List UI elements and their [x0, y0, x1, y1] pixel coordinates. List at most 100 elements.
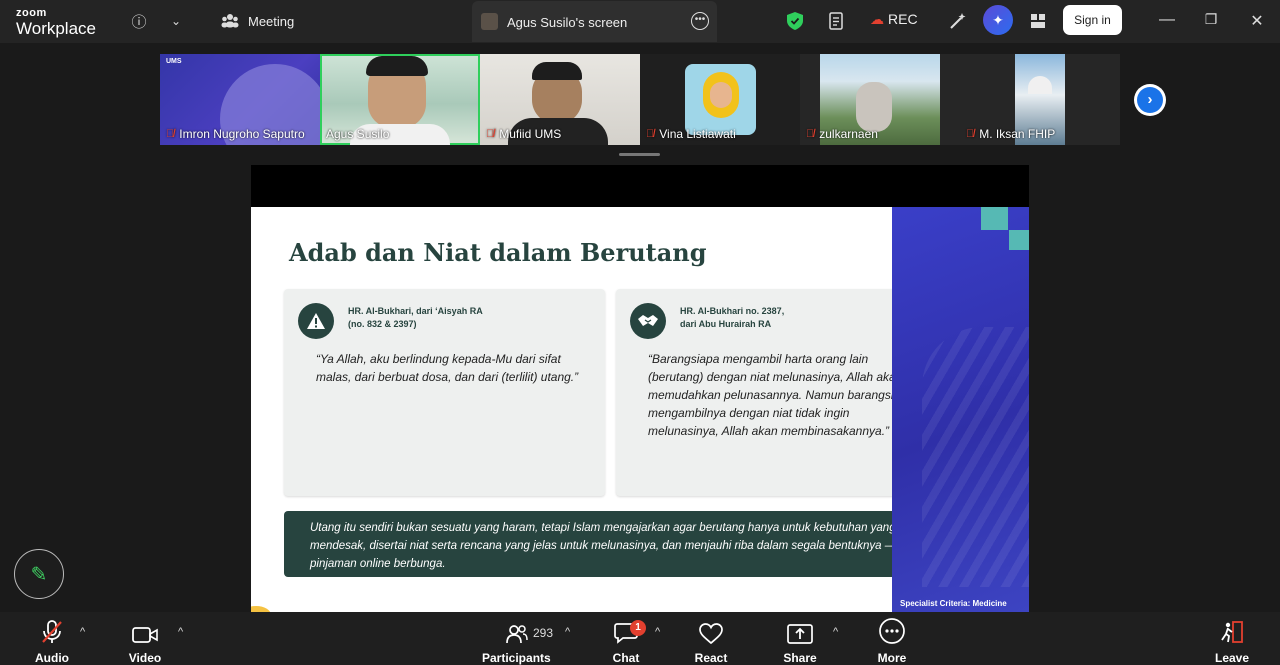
- info-icon[interactable]: ⓘ: [127, 9, 151, 33]
- chat-unread-badge: 1: [630, 620, 646, 636]
- mic-muted-icon: [30, 612, 74, 644]
- participant-tile[interactable]: 🎙̸ M. Iksan FHIP: [960, 54, 1120, 145]
- audio-label: Audio: [35, 651, 69, 665]
- shared-screen-label: Agus Susilo's screen: [507, 15, 628, 30]
- more-button[interactable]: More: [872, 612, 912, 665]
- participant-name: Agus Susilo: [326, 127, 390, 141]
- zoom-logo: zoom Workplace: [16, 7, 96, 38]
- participant-name: Vina Listiawati: [659, 127, 736, 141]
- shield-icon[interactable]: [783, 9, 807, 33]
- magic-wand-icon[interactable]: [946, 9, 970, 33]
- resize-handle[interactable]: [619, 153, 660, 156]
- chevron-down-icon[interactable]: ⌄: [164, 9, 188, 33]
- share-label: Share: [783, 651, 817, 665]
- mic-muted-icon: 🎙̸: [166, 128, 175, 140]
- share-options-caret[interactable]: ^: [833, 626, 838, 638]
- apps-grid-icon[interactable]: [1026, 9, 1050, 33]
- logo-top: zoom: [16, 7, 47, 19]
- ums-logo: UMS: [166, 58, 182, 65]
- chat-options-caret[interactable]: ^: [655, 626, 660, 638]
- pencil-icon: ✎: [30, 563, 48, 586]
- recording-indicator[interactable]: ☁ REC: [870, 11, 918, 28]
- meeting-label[interactable]: Meeting: [248, 14, 294, 29]
- video-button[interactable]: Video: [122, 612, 168, 665]
- video-camera-icon: [122, 612, 168, 644]
- next-page-button[interactable]: ›: [1134, 84, 1166, 116]
- mic-muted-icon: 🎙̸: [486, 128, 495, 140]
- react-button[interactable]: React: [690, 612, 732, 665]
- share-button[interactable]: Share: [780, 612, 820, 665]
- participant-name: Imron Nugroho Saputro: [179, 127, 305, 141]
- presentation-slide: Adab dan Niat dalam Berutang HR. Al-Bukh…: [251, 207, 1029, 612]
- slide-title: Adab dan Niat dalam Berutang: [289, 238, 707, 267]
- participants-label: Participants: [482, 651, 551, 665]
- participant-name: M. Iksan FHIP: [979, 127, 1056, 141]
- shared-screen-tab[interactable]: Agus Susilo's screen •••: [472, 1, 717, 42]
- rec-label: REC: [888, 11, 918, 27]
- cloud-record-icon: ☁: [870, 11, 884, 27]
- share-screen-icon: [780, 612, 820, 644]
- participant-tile[interactable]: 🎙̸ Mufiid UMS: [480, 54, 640, 145]
- participant-video-figure: [856, 82, 892, 132]
- participant-name-tag: 🎙̸ M. Iksan FHIP: [966, 127, 1055, 141]
- slide-footer: Specialist Criteria: Medicine: [900, 599, 1007, 608]
- decor-square: [981, 207, 1008, 230]
- shared-screen: Adab dan Niat dalam Berutang HR. Al-Bukh…: [251, 165, 1029, 612]
- mic-muted-icon: 🎙̸: [806, 128, 815, 140]
- notes-icon[interactable]: [825, 9, 849, 33]
- participant-tile[interactable]: 🎙̸ zulkarnaen: [800, 54, 960, 145]
- audio-options-caret[interactable]: ^: [80, 626, 85, 638]
- participant-tile-active[interactable]: Agus Susilo: [320, 54, 480, 145]
- sparkle-icon: ✦: [992, 11, 1004, 28]
- more-label: More: [877, 651, 907, 665]
- mic-muted-icon: 🎙̸: [646, 128, 655, 140]
- participant-video-cap: [532, 62, 582, 80]
- leave-icon: [1212, 612, 1252, 644]
- participant-name-tag: 🎙̸ Vina Listiawati: [646, 127, 736, 141]
- participant-name-tag: 🎙̸ Imron Nugroho Saputro: [166, 127, 305, 141]
- warning-icon: [298, 303, 334, 339]
- video-options-caret[interactable]: ^: [178, 626, 183, 638]
- participant-video-dome: [1028, 76, 1052, 94]
- handshake-icon: [630, 303, 666, 339]
- top-bar: zoom Workplace ⓘ ⌄ Meeting Agus Susilo's…: [0, 0, 1280, 43]
- participant-name: Mufiid UMS: [499, 127, 562, 141]
- hadith-quote: “Ya Allah, aku berlindung kepada-Mu dari…: [316, 352, 579, 384]
- participant-name-tag: 🎙̸ Mufiid UMS: [486, 127, 561, 141]
- hadith-quote: “Barangsiapa mengambil harta orang lain …: [648, 352, 914, 438]
- presenter-avatar: [481, 13, 498, 30]
- mic-muted-icon: 🎙̸: [966, 128, 975, 140]
- participant-tile[interactable]: UMS 🎙̸ Imron Nugroho Saputro: [160, 54, 320, 145]
- react-label: React: [694, 651, 728, 665]
- decor-square: [1009, 230, 1029, 250]
- audio-button[interactable]: Audio: [30, 612, 74, 665]
- meeting-people-icon: [218, 9, 242, 33]
- participant-name: zulkarnaen: [819, 127, 878, 141]
- chat-label: Chat: [612, 651, 640, 665]
- hadith-reference: HR. Al-Bukhari no. 2387, dari Abu Hurair…: [680, 306, 785, 329]
- annotate-button[interactable]: ✎: [14, 549, 64, 599]
- logo-bottom: Workplace: [16, 19, 96, 38]
- close-icon[interactable]: ✕: [1247, 11, 1267, 31]
- more-dots-icon: [872, 612, 912, 644]
- slide-side-panel: Specialist Criteria: Medicine: [892, 207, 1029, 612]
- bottom-toolbar: Audio ^ Video ^ Participants 293 ^ Chat …: [0, 612, 1280, 665]
- participants-options-caret[interactable]: ^: [565, 626, 570, 638]
- building-graphic: [922, 327, 1029, 587]
- hadith-reference: HR. Al-Bukhari, dari ‘Aisyah RA (no. 832…: [348, 306, 483, 329]
- video-label: Video: [128, 651, 162, 665]
- restore-icon[interactable]: ❐: [1201, 11, 1221, 28]
- minimize-icon[interactable]: —: [1157, 11, 1177, 29]
- participant-video-cap: [366, 56, 428, 76]
- chevron-right-icon: ›: [1137, 87, 1163, 113]
- more-options-icon[interactable]: •••: [691, 12, 709, 30]
- participant-name-tag: Agus Susilo: [326, 127, 389, 141]
- leave-button[interactable]: Leave: [1212, 612, 1252, 665]
- participant-name-tag: 🎙̸ zulkarnaen: [806, 127, 878, 141]
- participants-count: 293: [533, 626, 554, 640]
- hadith-card-2: HR. Al-Bukhari no. 2387, dari Abu Hurair…: [616, 289, 937, 496]
- hadith-card-1: HR. Al-Bukhari, dari ‘Aisyah RA (no. 832…: [284, 289, 605, 496]
- ai-companion-button[interactable]: ✦: [983, 5, 1013, 35]
- participant-tile[interactable]: 🎙̸ Vina Listiawati: [640, 54, 800, 145]
- sign-in-button[interactable]: Sign in: [1063, 5, 1122, 35]
